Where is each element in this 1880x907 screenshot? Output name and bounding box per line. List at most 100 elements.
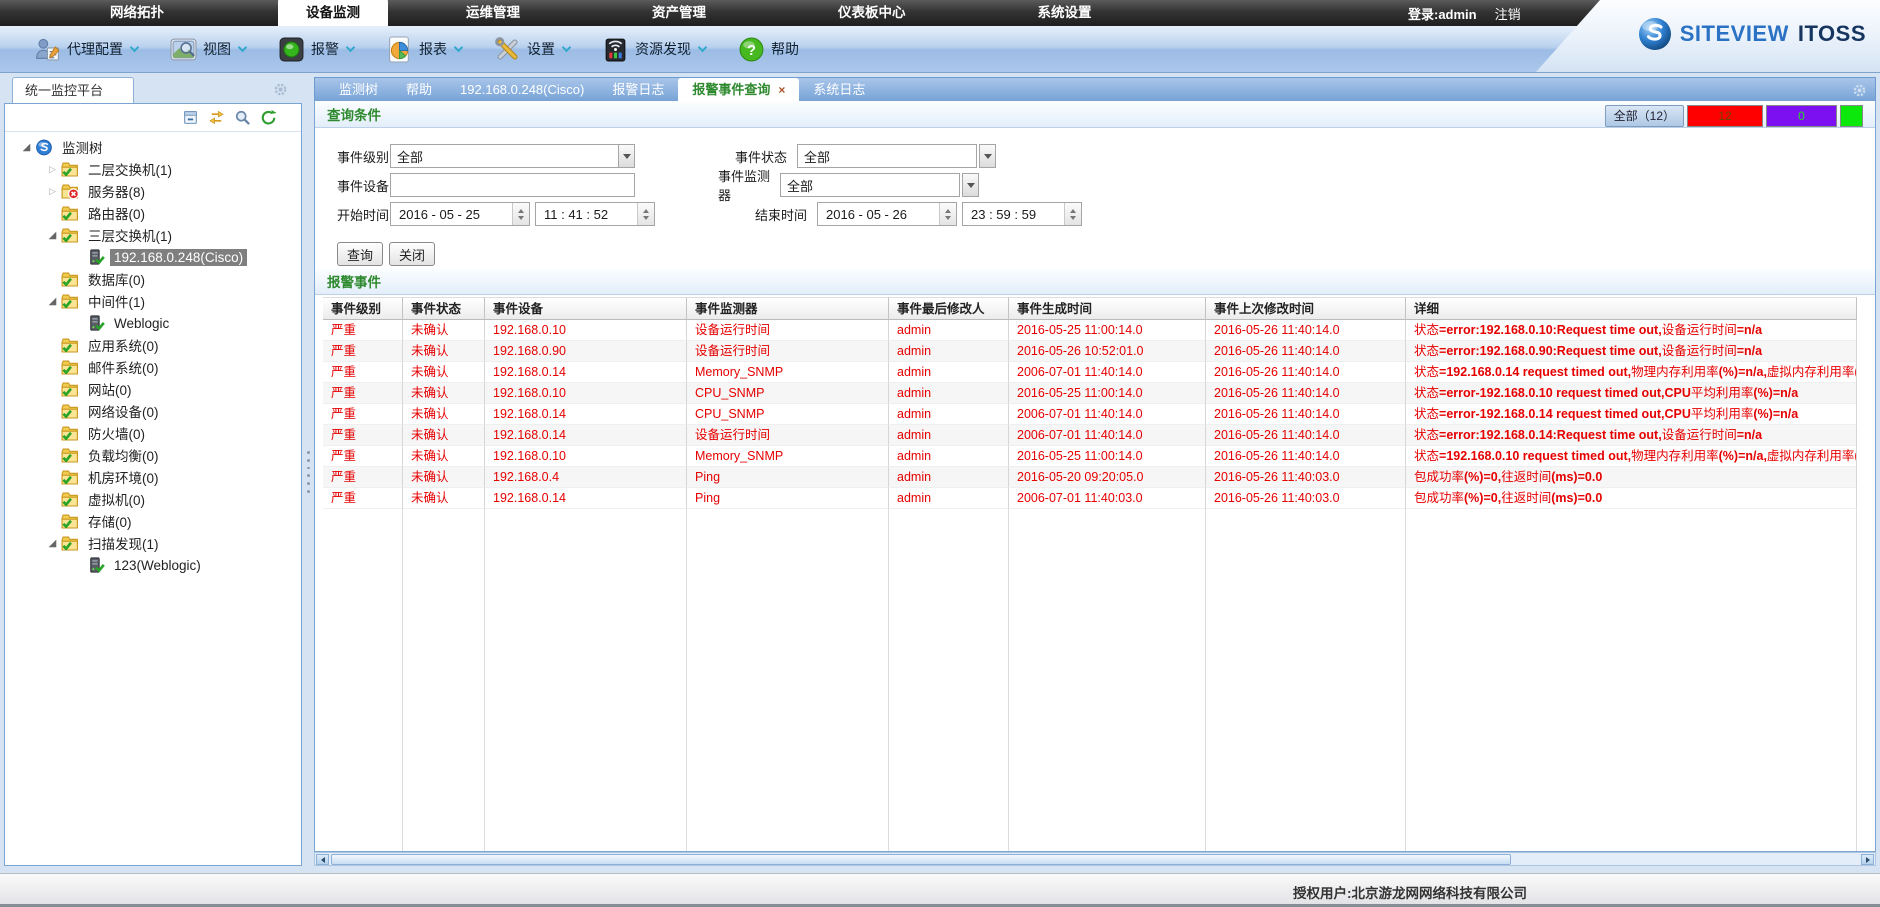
menu-item-资产管理[interactable]: 资产管理 [634, 1, 724, 26]
start-date-spin-buttons[interactable] [512, 203, 529, 225]
tree-item-负载均衡(0)[interactable]: 负载均衡(0) [5, 444, 301, 466]
menu-item-系统设置[interactable]: 系统设置 [1020, 1, 1110, 26]
tab-监测树[interactable]: 监测树 [325, 78, 392, 102]
start-date-spinner[interactable]: 2016 - 05 - 25 [390, 202, 530, 226]
tabstrip-gear-icon[interactable] [1852, 83, 1867, 98]
table-row[interactable]: 严重未确认192.168.0.10设备运行时间admin2016-05-25 1… [323, 320, 1857, 341]
cell: admin [889, 320, 1009, 341]
column-header-事件状态[interactable]: 事件状态 [403, 297, 485, 320]
menu-item-网络拓扑[interactable]: 网络拓扑 [92, 1, 182, 26]
tree-item-192.168.0.248(Cisco)[interactable]: 192.168.0.248(Cisco) [5, 246, 301, 268]
start-time-spinner[interactable]: 11 : 41 : 52 [535, 202, 655, 226]
table-row[interactable]: 严重未确认192.168.0.14设备运行时间admin2006-07-01 1… [323, 425, 1857, 446]
column-header-事件生成时间[interactable]: 事件生成时间 [1009, 297, 1206, 320]
toolbar-item-视图[interactable]: 视图 [170, 36, 248, 63]
table-row[interactable]: 严重未确认192.168.0.10Memory_SNMPadmin2016-05… [323, 446, 1857, 467]
event-level-select[interactable]: 全部 [390, 144, 635, 168]
transfer-arrows-icon[interactable] [208, 109, 225, 126]
tree-item-扫描发现(1)[interactable]: ◢扫描发现(1) [5, 532, 301, 554]
expander-open-icon[interactable]: ◢ [45, 296, 60, 307]
tree-item-三层交换机(1)[interactable]: ◢三层交换机(1) [5, 224, 301, 246]
table-row[interactable]: 严重未确认192.168.0.14Memory_SNMPadmin2006-07… [323, 362, 1857, 383]
tab-报警事件查询[interactable]: 报警事件查询× [678, 78, 799, 102]
tree-item-机房环境(0)[interactable]: 机房环境(0) [5, 466, 301, 488]
scroll-right-arrow[interactable] [1861, 854, 1874, 865]
tab-帮助[interactable]: 帮助 [392, 78, 446, 102]
toolbar-item-帮助[interactable]: ?帮助 [738, 36, 799, 63]
menu-item-设备监测[interactable]: 设备监测 [278, 0, 388, 26]
tree-item-应用系统(0)[interactable]: 应用系统(0) [5, 334, 301, 356]
expander-closed-icon[interactable]: ▷ [45, 186, 60, 197]
expander-open-icon[interactable]: ◢ [45, 230, 60, 241]
toolbar-item-资源发现[interactable]: 资源发现 [602, 36, 708, 63]
expander-open-icon[interactable]: ◢ [19, 142, 34, 153]
event-status-dropdown-arrow[interactable] [979, 144, 996, 168]
table-row[interactable]: 严重未确认192.168.0.10CPU_SNMPadmin2016-05-25… [323, 383, 1857, 404]
table-row[interactable]: 严重未确认192.168.0.90设备运行时间admin2016-05-26 1… [323, 341, 1857, 362]
logout-link[interactable]: 注销 [1495, 4, 1521, 23]
tree-item-服务器(8)[interactable]: ▷服务器(8) [5, 180, 301, 202]
tree-item-存储(0)[interactable]: 存储(0) [5, 510, 301, 532]
event-device-input[interactable] [390, 173, 635, 197]
refresh-icon[interactable] [260, 109, 277, 126]
event-monitor-select[interactable]: 全部 [780, 173, 979, 197]
column-header-事件设备[interactable]: 事件设备 [485, 297, 687, 320]
column-header-事件级别[interactable]: 事件级别 [323, 297, 403, 320]
column-header-事件最后修改人[interactable]: 事件最后修改人 [889, 297, 1009, 320]
start-time-spin-buttons[interactable] [637, 203, 654, 225]
table-row[interactable]: 严重未确认192.168.0.14Pingadmin2006-07-01 11:… [323, 488, 1857, 509]
toolbar-item-报表[interactable]: 报表 [386, 36, 464, 63]
tree-item-数据库(0)[interactable]: 数据库(0) [5, 268, 301, 290]
tree-item-网站(0)[interactable]: 网站(0) [5, 378, 301, 400]
end-time-spin-buttons[interactable] [1064, 203, 1081, 225]
menu-item-运维管理[interactable]: 运维管理 [448, 1, 538, 26]
tree-item-邮件系统(0)[interactable]: 邮件系统(0) [5, 356, 301, 378]
tab-192.168.0.248(Cisco)[interactable]: 192.168.0.248(Cisco) [446, 78, 598, 102]
tree-item-中间件(1)[interactable]: ◢中间件(1) [5, 290, 301, 312]
cell: admin [889, 467, 1009, 488]
tab-close-icon[interactable]: × [778, 84, 785, 96]
search-button[interactable]: 查询 [337, 242, 383, 266]
badge-purple[interactable]: 0 [1766, 105, 1837, 127]
toolbar-item-代理配置[interactable]: 代理配置 [34, 36, 140, 63]
tree-item-Weblogic[interactable]: Weblogic [5, 312, 301, 334]
collapse-all-icon[interactable] [182, 109, 199, 126]
horizontal-scrollbar[interactable] [314, 852, 1876, 866]
sidebar-tab-unified-platform[interactable]: 统一监控平台 [12, 77, 134, 103]
toolbar-item-设置[interactable]: 设置 [494, 36, 572, 63]
expander-open-icon[interactable]: ◢ [45, 538, 60, 549]
expander-closed-icon[interactable]: ▷ [45, 164, 60, 175]
column-header-事件监测器[interactable]: 事件监测器 [687, 297, 889, 320]
end-date-spinner[interactable]: 2016 - 05 - 26 [817, 202, 957, 226]
end-time-spinner[interactable]: 23 : 59 : 59 [962, 202, 1082, 226]
tab-系统日志[interactable]: 系统日志 [799, 78, 879, 102]
badge-all-button[interactable]: 全部（12） [1605, 105, 1684, 127]
event-monitor-dropdown-arrow[interactable] [962, 173, 979, 197]
tree-item-防火墙(0)[interactable]: 防火墙(0) [5, 422, 301, 444]
scrollbar-thumb[interactable] [331, 854, 1511, 865]
tree-item-监测树[interactable]: ◢监测树 [5, 136, 301, 158]
sidebar-gear-icon[interactable] [273, 82, 288, 97]
table-row[interactable]: 严重未确认192.168.0.4Pingadmin2016-05-20 09:2… [323, 467, 1857, 488]
menu-item-仪表板中心[interactable]: 仪表板中心 [820, 1, 924, 26]
scroll-left-arrow[interactable] [316, 854, 329, 865]
close-button[interactable]: 关闭 [389, 242, 435, 266]
toolbar-item-报警[interactable]: 报警 [278, 36, 356, 63]
panel-splitter-handle[interactable] [304, 450, 312, 494]
column-header-事件上次修改时间[interactable]: 事件上次修改时间 [1206, 297, 1406, 320]
table-row[interactable]: 严重未确认192.168.0.14CPU_SNMPadmin2006-07-01… [323, 404, 1857, 425]
event-status-select[interactable]: 全部 [797, 144, 996, 168]
badge-critical[interactable]: 12 [1687, 105, 1763, 127]
tree-item-二层交换机(1)[interactable]: ▷二层交换机(1) [5, 158, 301, 180]
tree-item-网络设备(0)[interactable]: 网络设备(0) [5, 400, 301, 422]
badge-green[interactable] [1840, 105, 1863, 127]
event-level-dropdown-arrow[interactable] [618, 144, 635, 168]
tree-item-路由器(0)[interactable]: 路由器(0) [5, 202, 301, 224]
column-header-详细[interactable]: 详细 [1406, 297, 1857, 320]
end-date-spin-buttons[interactable] [939, 203, 956, 225]
tree-item-虚拟机(0)[interactable]: 虚拟机(0) [5, 488, 301, 510]
search-icon[interactable] [234, 109, 251, 126]
cell: admin [889, 425, 1009, 446]
tree-item-123(Weblogic)[interactable]: 123(Weblogic) [5, 554, 301, 576]
tab-报警日志[interactable]: 报警日志 [598, 78, 678, 102]
